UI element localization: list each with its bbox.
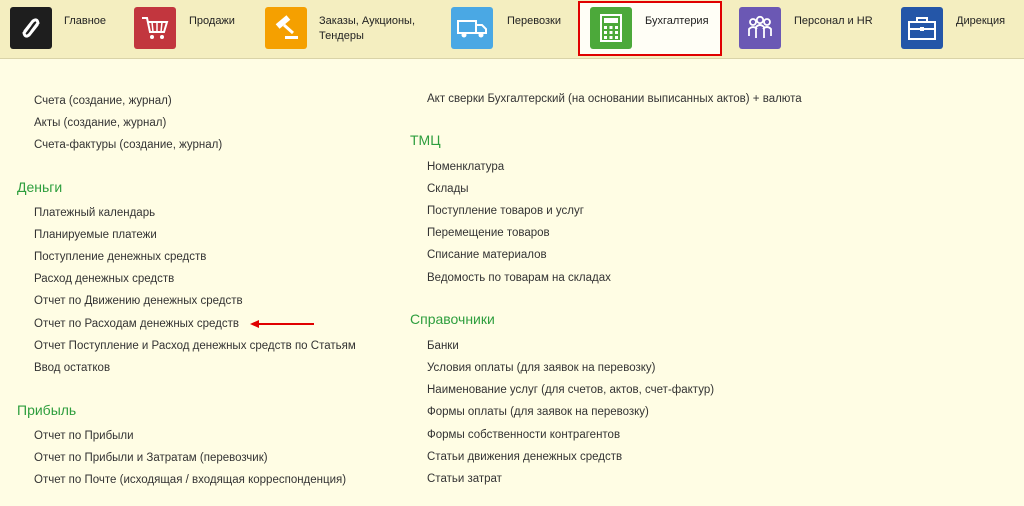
link-payment-forms[interactable]: Формы оплаты (для заявок на перевозку)	[427, 406, 649, 418]
calculator-icon	[590, 7, 632, 49]
nav-item-transport[interactable]: Перевозки	[441, 0, 578, 58]
link-income-expense-by-items[interactable]: Отчет Поступление и Расход денежных сред…	[34, 340, 356, 352]
logo-icon	[10, 7, 52, 49]
briefcase-icon	[901, 7, 943, 49]
nav-label: Персонал и HR	[794, 15, 873, 27]
annotation-arrow-icon	[250, 320, 314, 328]
link-goods-receipt[interactable]: Поступление товаров и услуг	[427, 205, 584, 217]
link-nomenclature[interactable]: Номенклатура	[427, 161, 504, 173]
link-cash-flow-report[interactable]: Отчет по Движению денежных средств	[34, 295, 243, 307]
link-profit-costs-report[interactable]: Отчет по Прибыли и Затратам (перевозчик)	[34, 452, 268, 464]
link-opening-balances[interactable]: Ввод остатков	[34, 362, 110, 374]
truck-icon	[451, 7, 493, 49]
section-references-title: Справочники	[410, 311, 495, 327]
link-materials-writeoff[interactable]: Списание материалов	[427, 249, 547, 261]
link-reconciliation-act[interactable]: Акт сверки Бухгалтерский (на основании в…	[427, 93, 802, 105]
link-goods-transfer[interactable]: Перемещение товаров	[427, 227, 550, 239]
link-cash-receipts[interactable]: Поступление денежных средств	[34, 251, 206, 263]
link-banks[interactable]: Банки	[427, 340, 459, 352]
link-expenses-report[interactable]: Отчет по Расходам денежных средств	[34, 318, 239, 330]
nav-label: Заказы, Аукционы, Тендеры	[319, 15, 415, 42]
link-cash-flow-items[interactable]: Статьи движения денежных средств	[427, 451, 622, 463]
nav-item-management[interactable]: Дирекция	[890, 0, 1024, 58]
link-profit-report[interactable]: Отчет по Прибыли	[34, 430, 134, 442]
nav-label: Продажи	[189, 15, 235, 27]
gavel-icon	[265, 7, 307, 49]
nav-label: Перевозки	[507, 15, 561, 27]
nav-item-orders[interactable]: Заказы, Аукционы, Тендеры	[255, 0, 441, 58]
people-icon	[739, 7, 781, 49]
link-mail-report[interactable]: Отчет по Почте (исходящая / входящая кор…	[34, 474, 346, 486]
link-planned-payments[interactable]: Планируемые платежи	[34, 229, 157, 241]
nav-label: Бухгалтерия	[645, 15, 709, 27]
menu-content: Счета (создание, журнал) Акты (создание,…	[0, 59, 1024, 506]
link-invoice-facts[interactable]: Счета-фактуры (создание, журнал)	[34, 139, 222, 151]
nav-item-hr[interactable]: Персонал и HR	[728, 0, 890, 58]
link-payment-calendar[interactable]: Платежный календарь	[34, 207, 155, 219]
link-stock-statement[interactable]: Ведомость по товарам на складах	[427, 272, 611, 284]
link-warehouses[interactable]: Склады	[427, 183, 469, 195]
link-invoices[interactable]: Счета (создание, журнал)	[34, 95, 172, 107]
link-cash-expenses[interactable]: Расход денежных средств	[34, 273, 174, 285]
link-service-names[interactable]: Наименование услуг (для счетов, актов, с…	[427, 384, 714, 396]
link-acts[interactable]: Акты (создание, журнал)	[34, 117, 166, 129]
link-cost-items[interactable]: Статьи затрат	[427, 473, 502, 485]
nav-item-main[interactable]: Главное	[0, 0, 125, 58]
nav-item-accounting[interactable]: Бухгалтерия	[578, 0, 722, 58]
nav-label: Дирекция	[956, 15, 1006, 27]
link-ownership-forms[interactable]: Формы собственности контрагентов	[427, 429, 620, 441]
section-money-title: Деньги	[17, 179, 63, 195]
nav-item-sales[interactable]: Продажи	[125, 0, 255, 58]
section-inventory-title: ТМЦ	[410, 132, 441, 148]
link-payment-terms[interactable]: Условия оплаты (для заявок на перевозку)	[427, 362, 655, 374]
top-navigation-bar: Главное Продажи Заказы, Аукционы, Тендер…	[0, 0, 1024, 59]
cart-icon	[134, 7, 176, 49]
nav-label: Главное	[64, 15, 107, 27]
section-profit-title: Прибыль	[17, 402, 77, 418]
